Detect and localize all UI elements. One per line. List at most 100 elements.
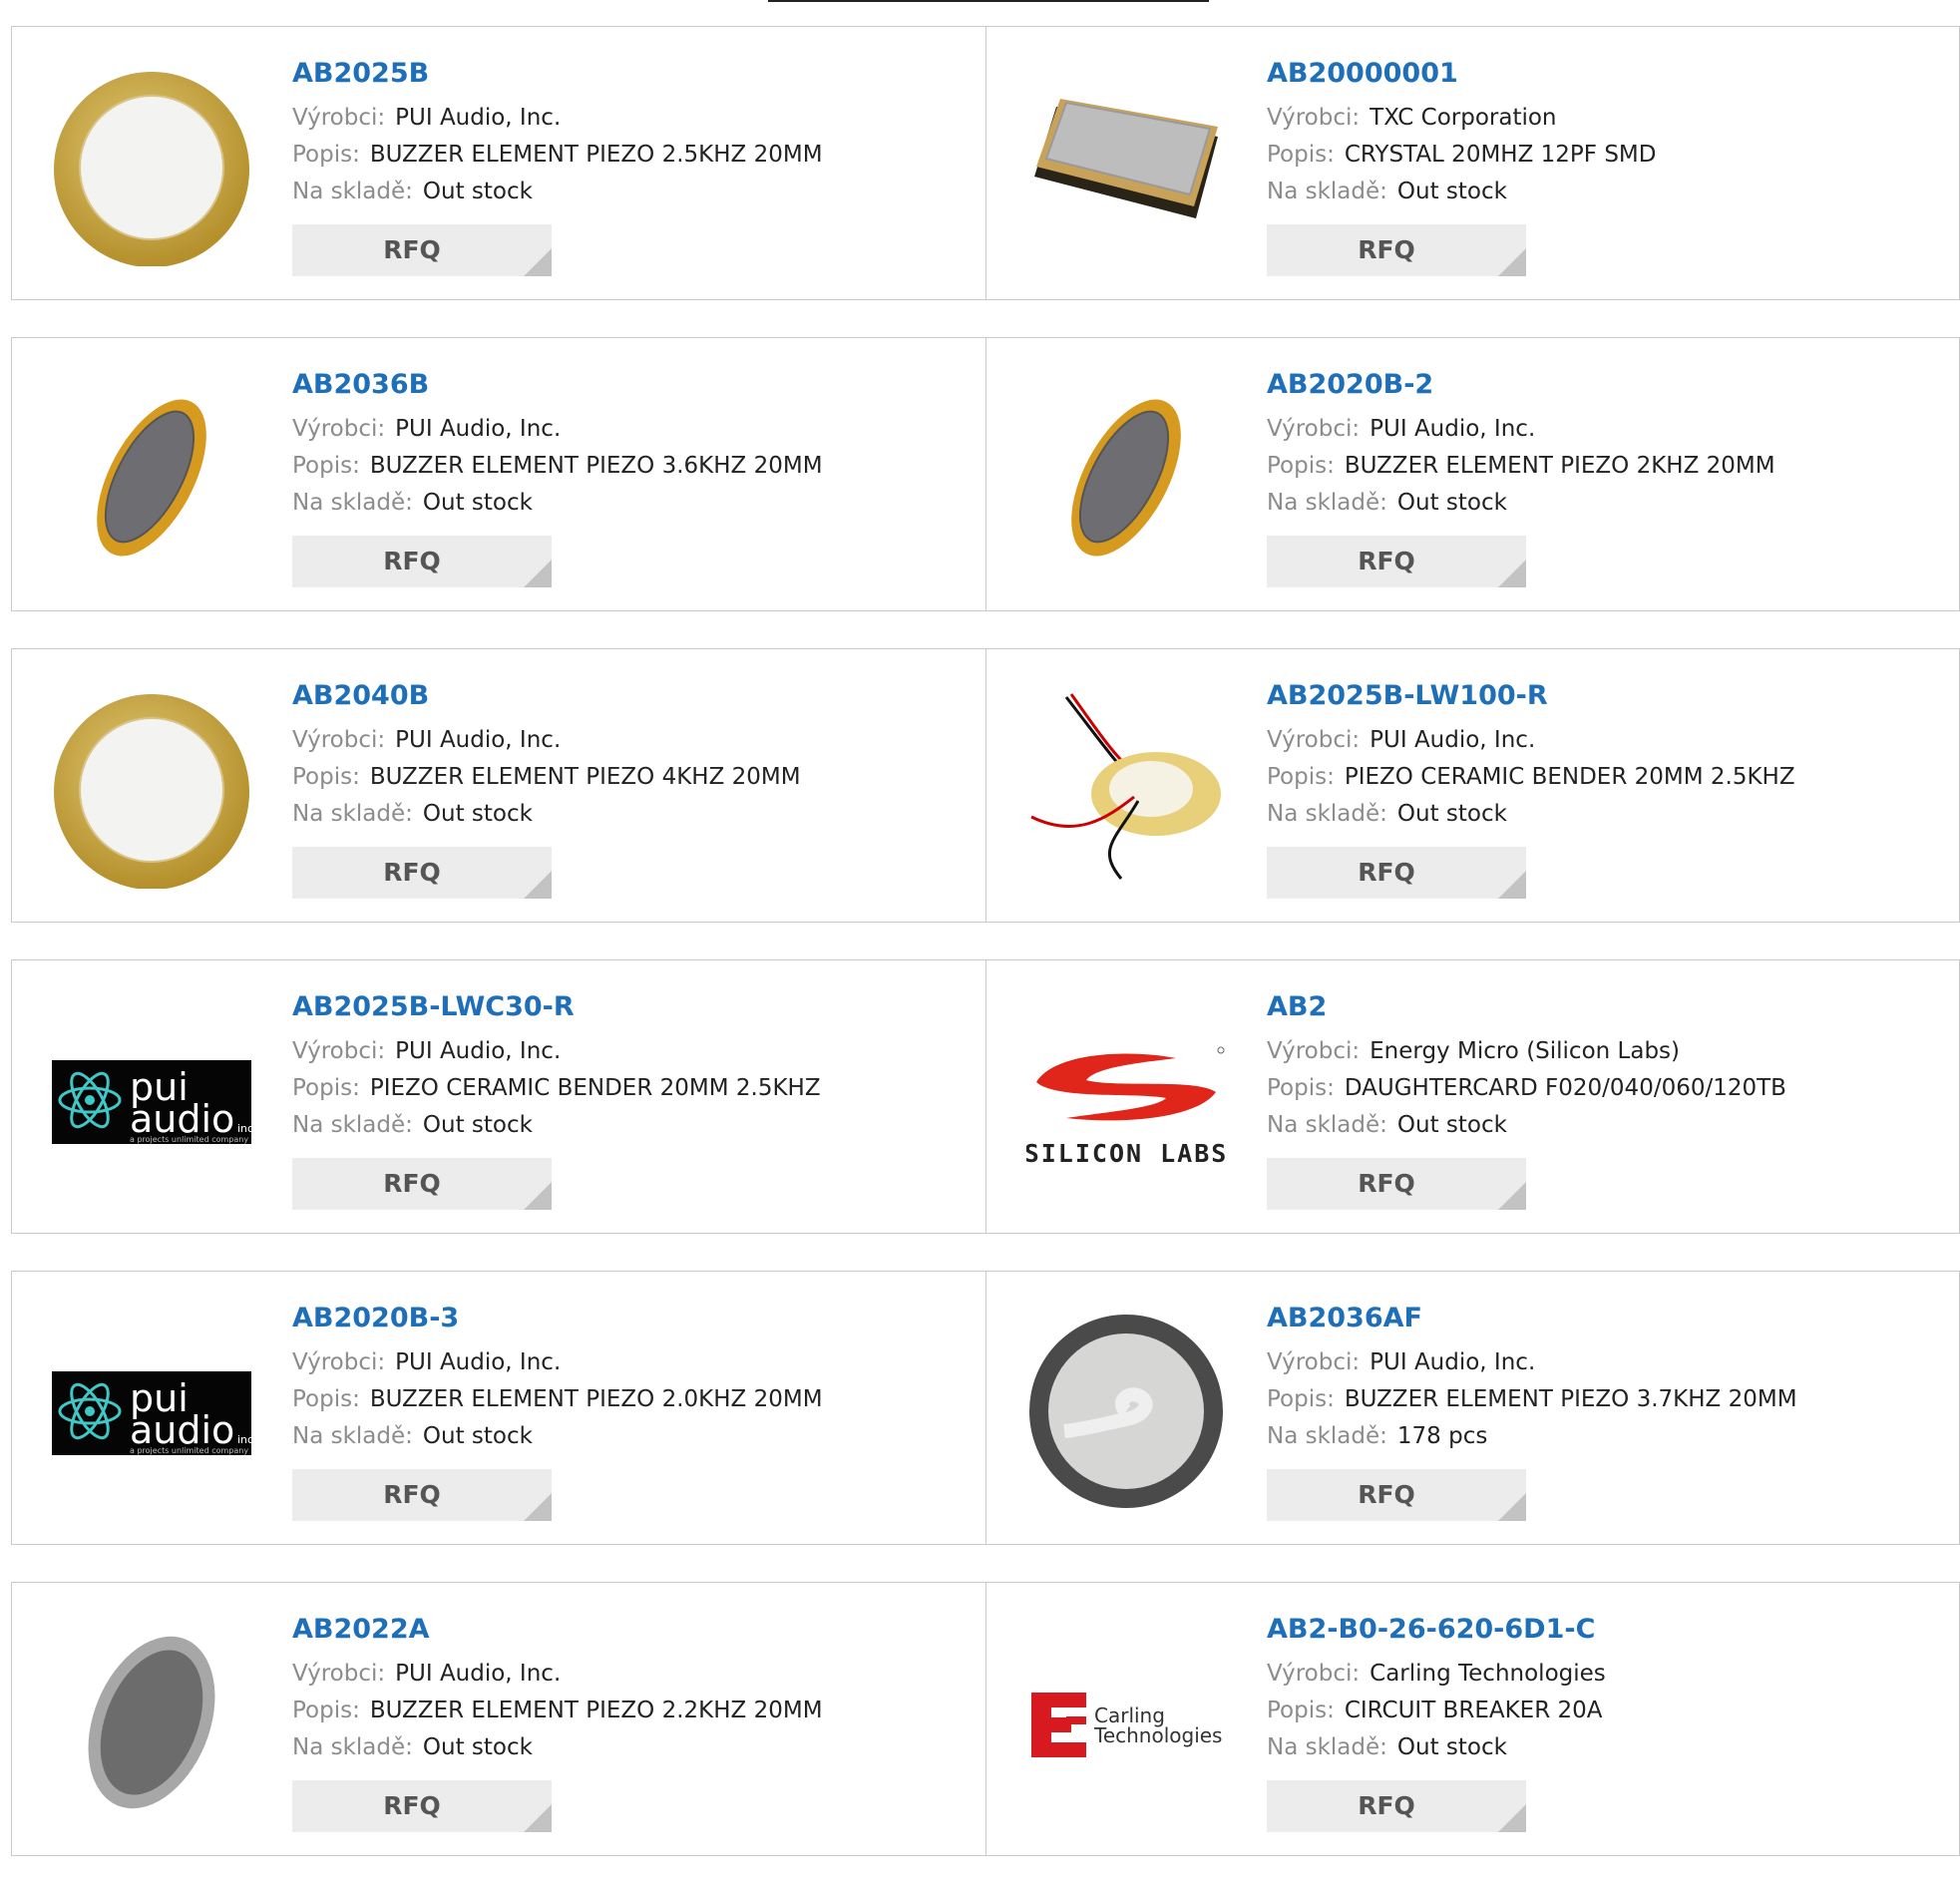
description-value: PIEZO CERAMIC BENDER 20MM 2.5KHZ: [1344, 764, 1795, 790]
stock-label: Na skladě:: [292, 1112, 413, 1138]
part-number-link[interactable]: AB2036B: [292, 368, 823, 402]
stock-value: 178 pcs: [1396, 1423, 1488, 1449]
pui-audio-logo[interactable]: pui audio inc a projects unlimited compa…: [52, 1000, 251, 1200]
description-line: Popis: BUZZER ELEMENT PIEZO 3.6KHZ 20MM: [292, 448, 823, 485]
stock-line: Na skladě: Out stock: [1267, 174, 1657, 210]
rfq-button[interactable]: RFQ: [292, 1158, 552, 1210]
description-label: Popis:: [292, 453, 360, 479]
stock-value: Out stock: [422, 1423, 533, 1449]
stock-value: Out stock: [1396, 490, 1507, 516]
stock-label: Na skladě:: [292, 1423, 413, 1449]
rfq-button[interactable]: RFQ: [292, 1469, 552, 1521]
manufacturer-value: PUI Audio, Inc.: [395, 1661, 562, 1687]
part-number-link[interactable]: AB2022A: [292, 1613, 823, 1647]
manufacturer-label: Výrobci:: [1267, 727, 1361, 753]
rfq-button[interactable]: RFQ: [292, 224, 552, 276]
description-value: BUZZER ELEMENT PIEZO 3.7KHZ 20MM: [1344, 1386, 1797, 1412]
svg-text:a projects unlimited company: a projects unlimited company: [130, 1135, 248, 1144]
product-info: AB2020B-3 Výrobci: PUI Audio, Inc. Popis:…: [292, 1302, 823, 1521]
part-number-link[interactable]: AB20000001: [1267, 57, 1657, 91]
manufacturer-line: Výrobci: Carling Technologies: [1267, 1656, 1606, 1693]
description-label: Popis:: [292, 764, 360, 790]
manufacturer-label: Výrobci:: [292, 1661, 386, 1687]
description-value: BUZZER ELEMENT PIEZO 4KHZ 20MM: [369, 764, 801, 790]
description-value: CRYSTAL 20MHZ 12PF SMD: [1344, 142, 1657, 168]
rfq-label: RFQ: [1358, 1169, 1415, 1198]
smd-crystal-icon[interactable]: [1026, 67, 1226, 266]
part-number-link[interactable]: AB2025B-LW100-R: [1267, 679, 1795, 713]
description-label: Popis:: [292, 1698, 360, 1723]
description-line: Popis: CRYSTAL 20MHZ 12PF SMD: [1267, 137, 1657, 174]
piezo-disc-gray-icon[interactable]: [1026, 1312, 1226, 1511]
manufacturer-value: PUI Audio, Inc.: [395, 727, 562, 753]
manufacturer-label: Výrobci:: [1267, 1349, 1361, 1375]
manufacturer-value: PUI Audio, Inc.: [395, 1349, 562, 1375]
part-number-link[interactable]: AB2040B: [292, 679, 801, 713]
description-label: Popis:: [1267, 764, 1335, 790]
piezo-disc-gold-icon[interactable]: [52, 689, 251, 889]
description-line: Popis: DAUGHTERCARD F020/040/060/120TB: [1267, 1070, 1786, 1107]
part-number-link[interactable]: AB2020B-3: [292, 1302, 823, 1335]
stock-label: Na skladě:: [292, 490, 413, 516]
pui-audio-logo[interactable]: pui audio inc a projects unlimited compa…: [52, 1312, 251, 1511]
manufacturer-line: Výrobci: PUI Audio, Inc.: [292, 100, 823, 137]
corner-triangle-icon: [1498, 1493, 1526, 1521]
product-card: AB2036B Výrobci: PUI Audio, Inc. Popis: BU…: [11, 337, 986, 611]
rfq-button[interactable]: RFQ: [1267, 224, 1526, 276]
stock-label: Na skladě:: [292, 1734, 413, 1760]
part-number-link[interactable]: AB2025B-LWC30-R: [292, 990, 821, 1024]
rfq-button[interactable]: RFQ: [1267, 536, 1526, 587]
description-value: PIEZO CERAMIC BENDER 20MM 2.5KHZ: [369, 1075, 821, 1101]
product-row: AB2025B Výrobci: PUI Audio, Inc. Popis: BU…: [11, 26, 1960, 300]
description-line: Popis: BUZZER ELEMENT PIEZO 2KHZ 20MM: [1267, 448, 1775, 485]
manufacturer-label: Výrobci:: [1267, 416, 1361, 442]
corner-triangle-icon: [1498, 560, 1526, 587]
manufacturer-line: Výrobci: PUI Audio, Inc.: [1267, 722, 1795, 759]
rfq-button[interactable]: RFQ: [1267, 1158, 1526, 1210]
rfq-button[interactable]: RFQ: [292, 1780, 552, 1832]
product-card: Carling Technologies AB2-B0-26-620-6D1-C…: [986, 1582, 1960, 1856]
stock-line: Na skladě: Out stock: [1267, 1729, 1606, 1766]
product-card: pui audio inc a projects unlimited compa…: [11, 1271, 986, 1545]
stock-line: Na skladě: Out stock: [292, 796, 801, 833]
stock-value: Out stock: [422, 179, 533, 204]
product-row: AB2022A Výrobci: PUI Audio, Inc. Popis: BU…: [11, 1582, 1960, 1856]
rfq-label: RFQ: [1358, 1480, 1415, 1509]
rfq-button[interactable]: RFQ: [1267, 847, 1526, 899]
rfq-button[interactable]: RFQ: [292, 847, 552, 899]
product-info: AB2036AF Výrobci: PUI Audio, Inc. Popis: B…: [1267, 1302, 1797, 1521]
part-number-link[interactable]: AB2: [1267, 990, 1786, 1024]
product-card: pui audio inc a projects unlimited compa…: [11, 959, 986, 1234]
part-number-link[interactable]: AB2-B0-26-620-6D1-C: [1267, 1613, 1606, 1647]
svg-text:SILICON LABS: SILICON LABS: [1026, 1139, 1226, 1168]
manufacturer-value: PUI Audio, Inc.: [1370, 1349, 1536, 1375]
rfq-button[interactable]: RFQ: [1267, 1780, 1526, 1832]
piezo-disc-silver-icon[interactable]: [52, 1623, 251, 1822]
part-number-link[interactable]: AB2025B: [292, 57, 823, 91]
manufacturer-value: TXC Corporation: [1370, 105, 1557, 131]
stock-value: Out stock: [422, 801, 533, 827]
rfq-button[interactable]: RFQ: [1267, 1469, 1526, 1521]
part-number-link[interactable]: AB2036AF: [1267, 1302, 1797, 1335]
description-label: Popis:: [292, 1075, 360, 1101]
manufacturer-label: Výrobci:: [292, 1349, 386, 1375]
description-line: Popis: BUZZER ELEMENT PIEZO 4KHZ 20MM: [292, 759, 801, 796]
piezo-disc-tilted-icon[interactable]: [1026, 378, 1226, 577]
product-card: AB2036AF Výrobci: PUI Audio, Inc. Popis: B…: [986, 1271, 1960, 1545]
manufacturer-label: Výrobci:: [292, 105, 386, 131]
rfq-label: RFQ: [1358, 547, 1415, 575]
piezo-disc-gold-icon[interactable]: [52, 67, 251, 266]
description-value: BUZZER ELEMENT PIEZO 2.5KHZ 20MM: [369, 142, 823, 168]
manufacturer-value: PUI Audio, Inc.: [395, 105, 562, 131]
silicon-labs-logo[interactable]: SILICON LABS: [1026, 1000, 1226, 1200]
part-number-link[interactable]: AB2020B-2: [1267, 368, 1775, 402]
description-value: BUZZER ELEMENT PIEZO 3.6KHZ 20MM: [369, 453, 823, 479]
stock-line: Na skladě: 178 pcs: [1267, 1418, 1797, 1455]
corner-triangle-icon: [1498, 1804, 1526, 1832]
piezo-bender-wires-icon[interactable]: [1026, 689, 1226, 889]
carling-technologies-logo[interactable]: Carling Technologies: [1026, 1623, 1226, 1822]
manufacturer-label: Výrobci:: [292, 416, 386, 442]
description-line: Popis: CIRCUIT BREAKER 20A: [1267, 1693, 1606, 1729]
piezo-disc-tilted-icon[interactable]: [52, 378, 251, 577]
rfq-button[interactable]: RFQ: [292, 536, 552, 587]
